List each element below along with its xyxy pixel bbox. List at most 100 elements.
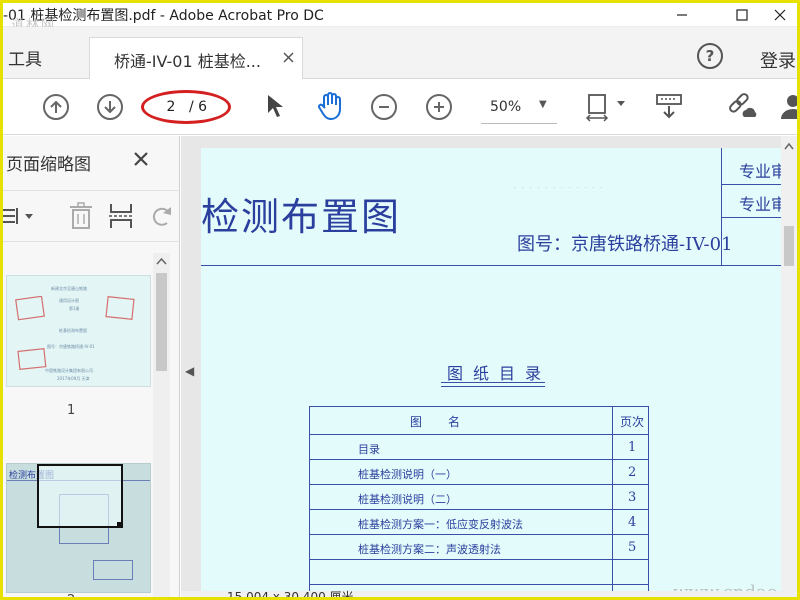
rotate-icon [152, 207, 171, 226]
toc-header-name: 图名 [410, 415, 487, 429]
login-button[interactable]: 登录 [760, 47, 796, 73]
tab-document[interactable]: 桥通-IV-01 桩基检... [89, 37, 303, 80]
document-view: ◀ · · · · · · · · · · · · 检测布置图 图号：京唐铁路桥… [181, 136, 797, 600]
toc-row-name: 桩基检测方案一：低应变反射波法 [358, 518, 523, 531]
stamp-icon [17, 348, 47, 370]
plus-icon [434, 102, 444, 112]
trash-icon [70, 202, 92, 229]
title-box-border [201, 265, 787, 266]
scrollbar-thumb[interactable] [156, 273, 167, 371]
page-thumbnails-pane: 页面缩略图 新建北京至唐山铁路 通用设计图 第1册 桩基检测布置图 图号：京唐铁… [3, 136, 180, 597]
thumb1-line: 桩基检测布置图 [59, 328, 87, 333]
toc-row: 目录 1 [310, 435, 648, 460]
minus-icon [379, 106, 389, 108]
status-bar: 15.004 x 30.400 厘米 [181, 590, 797, 600]
maximize-button[interactable] [719, 3, 765, 27]
thumbnail-page-1[interactable]: 新建北京至唐山铁路 通用设计图 第1册 桩基检测布置图 图号：京唐铁路桥通-IV… [6, 275, 151, 387]
document-scrollbar[interactable] [781, 136, 797, 597]
toc-header-page: 页次 [620, 415, 645, 429]
document-tab-label: 桥通-IV-01 桩基检... [114, 52, 261, 71]
maximize-icon [736, 9, 748, 21]
thumbnail-page-number: 1 [67, 403, 76, 418]
toc-header-row: 图名 页次 [310, 407, 648, 435]
toc-row: 桩基检测说明（一） 2 [310, 460, 648, 485]
hand-tool-button[interactable] [315, 91, 345, 121]
toc-row-empty [310, 560, 648, 585]
delete-page-button[interactable] [69, 202, 93, 230]
user-button[interactable] [779, 93, 797, 119]
thumbnail-page-2[interactable]: 检测布置图 [6, 463, 151, 593]
thumbnail-page-number: 2 [67, 593, 75, 597]
thumb1-line: 通用设计图 [59, 298, 79, 303]
drawing-title: 检测布置图 [201, 195, 402, 239]
fit-width-icon [586, 94, 625, 122]
signature-cell: 专业审核 [721, 152, 787, 185]
signature-cell: 专业审定 [721, 185, 787, 218]
thumbnail-viewport-box[interactable] [37, 464, 123, 528]
drawing-number: 图号：京唐铁路桥通-IV-01 [517, 234, 733, 255]
toc-title: 图纸目录 [447, 364, 552, 383]
link-icon [729, 93, 757, 117]
stamp-icon [15, 296, 45, 321]
toc-underline [441, 382, 545, 383]
scrollbar-thumb[interactable] [784, 226, 794, 266]
close-icon [283, 52, 294, 63]
help-icon[interactable]: ? [697, 43, 723, 69]
scroll-mode-button[interactable] [655, 93, 683, 121]
toc-row-name: 桩基检测方案二：声波透射法 [358, 543, 501, 556]
toc-row: 桩基检测方案一：低应变反射波法 4 [310, 510, 648, 535]
extract-page-button[interactable] [109, 202, 135, 230]
close-icon [774, 9, 786, 21]
thumb1-line: 第1册 [69, 306, 80, 311]
hand-icon [318, 92, 341, 120]
pdf-page: · · · · · · · · · · · · 检测布置图 图号：京唐铁路桥通-… [201, 148, 787, 597]
options-menu-button[interactable] [3, 204, 35, 228]
toc-row-page: 3 [628, 490, 637, 505]
tab-row: 工具 桥通-IV-01 桩基检... ? 登录 [3, 27, 797, 80]
resize-handle[interactable] [117, 522, 123, 528]
toc-row-page: 4 [628, 515, 637, 530]
next-page-button[interactable] [97, 94, 123, 120]
chevron-up-icon [156, 257, 167, 265]
toc-row-name: 桩基检测说明（二） [358, 493, 457, 506]
toc-row-name: 桩基检测说明（一） [358, 468, 457, 481]
user-icon [781, 95, 797, 119]
pane-close-button[interactable] [133, 148, 149, 173]
collapse-pane-icon[interactable]: ◀ [185, 364, 194, 378]
toc-row-page: 2 [628, 465, 637, 480]
thumbnail-scrollbar[interactable] [153, 253, 170, 597]
pane-title: 页面缩略图 [6, 155, 91, 175]
toc-row-page: 5 [628, 540, 637, 555]
zoom-in-button[interactable] [426, 94, 452, 120]
acrobat-window: -01 桩基检测布置图.pdf - Adobe Acrobat Pro DC 道… [0, 0, 800, 600]
zoom-out-button[interactable] [371, 94, 397, 120]
minimize-button[interactable] [659, 3, 705, 27]
tab-tools[interactable]: 工具 [8, 45, 42, 70]
options-icon [3, 208, 33, 224]
zoom-level[interactable]: 50% [490, 99, 521, 115]
toc-row: 桩基检测说明（二） 3 [310, 485, 648, 510]
rotate-page-button[interactable] [149, 203, 173, 229]
title-bar: -01 桩基检测布置图.pdf - Adobe Acrobat Pro DC 道… [3, 3, 797, 33]
red-highlight-ellipse [141, 90, 231, 124]
thumb1-line: 2017年09月 天津 [57, 376, 90, 381]
previous-page-button[interactable] [43, 94, 69, 120]
close-icon [134, 152, 148, 166]
chevron-down-icon[interactable]: ▼ [539, 99, 547, 110]
toc-row-page: 1 [628, 440, 637, 455]
close-window-button[interactable] [763, 3, 797, 27]
select-tool-button[interactable] [265, 93, 285, 119]
chevron-up-icon [784, 142, 794, 150]
extract-icon [109, 204, 133, 228]
thumb1-line: 图号：京唐铁路桥通-IV-01 [47, 344, 95, 349]
fit-page-button[interactable] [586, 91, 626, 125]
toc-row-name: 目录 [358, 443, 380, 456]
keyboard-scroll-icon [656, 94, 682, 119]
minimize-icon [677, 14, 687, 16]
share-link-button[interactable] [725, 91, 757, 121]
thumb1-line: 新建北京至唐山铁路 [51, 286, 87, 291]
tab-close-button[interactable] [283, 48, 294, 67]
faint-print: · · · · · · · · · · · · [514, 185, 604, 192]
zoom-underline [481, 123, 557, 124]
page-dimensions: 15.004 x 30.400 厘米 [227, 590, 354, 600]
